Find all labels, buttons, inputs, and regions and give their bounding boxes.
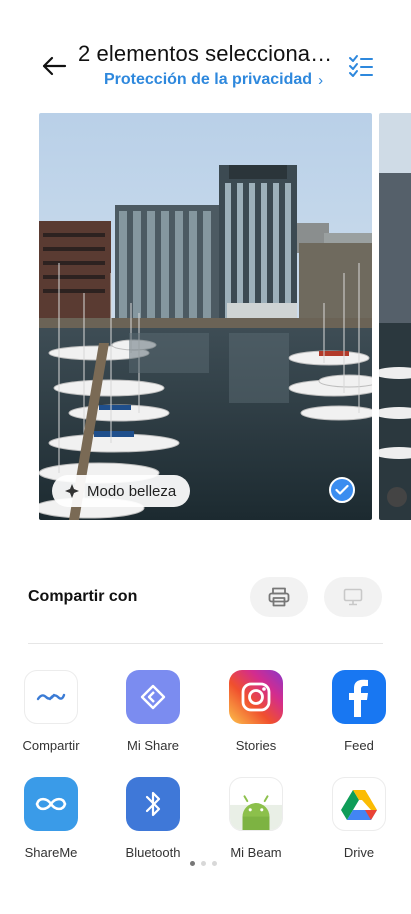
shareme-icon <box>24 777 78 831</box>
app-label: ShareMe <box>24 845 78 860</box>
app-label: Compartir <box>22 738 80 753</box>
share-app-drive[interactable]: Drive <box>314 777 404 860</box>
privacy-protection-link[interactable]: Protección de la privacidad › <box>104 71 323 89</box>
page-dot <box>190 861 195 866</box>
android-icon <box>229 777 283 831</box>
share-app-shareme[interactable]: ShareMe <box>6 777 96 860</box>
app-label: Bluetooth <box>125 845 181 860</box>
app-label: Stories <box>235 738 277 753</box>
share-app-bluetooth[interactable]: Bluetooth <box>108 777 198 860</box>
app-label: Feed <box>344 738 374 753</box>
next-photo-peek[interactable] <box>379 113 411 520</box>
privacy-protection-label: Protección de la privacidad <box>104 71 313 88</box>
selected-check[interactable] <box>329 477 355 503</box>
drive-icon <box>332 777 386 831</box>
app-label: Mi Beam <box>230 845 282 860</box>
compartir-icon <box>24 670 78 724</box>
beauty-mode-button[interactable]: Modo belleza <box>52 475 191 507</box>
page-title: 2 elementos seleccionad… <box>78 41 340 66</box>
share-app-stories[interactable]: Stories <box>211 670 301 753</box>
print-button[interactable] <box>250 577 308 617</box>
top-bar: 2 elementos seleccionad… Protección de l… <box>0 0 411 110</box>
instagram-icon <box>229 670 283 724</box>
page-indicator <box>190 861 217 866</box>
divider <box>28 643 383 644</box>
back-arrow-icon <box>42 56 67 76</box>
next-photo-thumbnail <box>379 113 411 520</box>
chevron-right-icon: › <box>318 71 324 89</box>
harbor-photo <box>39 113 372 520</box>
beauty-mode-label: Modo belleza <box>87 482 177 500</box>
monitor-icon <box>343 588 363 606</box>
back-button[interactable] <box>38 50 70 82</box>
share-app-mi-share[interactable]: Mi Share <box>108 670 198 753</box>
page-dot <box>212 861 217 866</box>
facebook-icon <box>332 670 386 724</box>
photo-carousel[interactable]: Modo belleza <box>0 113 411 522</box>
share-app-mi-beam[interactable]: Mi Beam <box>211 777 301 860</box>
share-app-compartir[interactable]: Compartir <box>6 670 96 753</box>
app-label: Mi Share <box>126 738 180 753</box>
printer-icon <box>268 587 290 607</box>
share-app-feed[interactable]: Feed <box>314 670 404 753</box>
app-label: Drive <box>343 845 375 860</box>
selected-photo[interactable]: Modo belleza <box>39 113 372 520</box>
checklist-icon <box>349 55 373 77</box>
cast-screen-button[interactable] <box>324 577 382 617</box>
sparkle-icon <box>65 484 79 498</box>
checkmark-icon <box>335 484 349 495</box>
bluetooth-icon <box>126 777 180 831</box>
page-dot <box>201 861 206 866</box>
mi-share-icon <box>126 670 180 724</box>
share-with-title: Compartir con <box>28 588 138 605</box>
select-all-button[interactable] <box>346 52 376 80</box>
